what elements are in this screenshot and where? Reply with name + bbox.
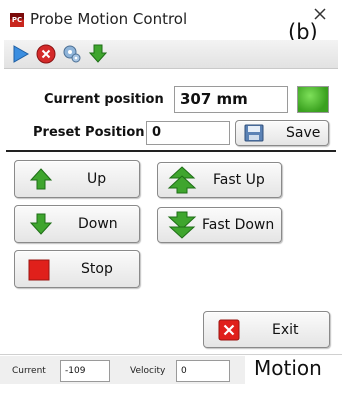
- save-icon: [244, 124, 264, 142]
- settings-icon[interactable]: [60, 42, 84, 66]
- stop-circle-icon[interactable]: [34, 42, 58, 66]
- current-position-label: Current position: [44, 92, 164, 107]
- save-button-label: Save: [286, 125, 321, 141]
- arrow-up-icon: [29, 168, 53, 190]
- exit-icon: [218, 319, 240, 341]
- preset-position-label: Preset Position: [33, 125, 145, 140]
- window-title: Probe Motion Control: [30, 10, 188, 28]
- up-button[interactable]: Up: [14, 160, 140, 198]
- status-indicator: [297, 86, 329, 113]
- current-status-label: Current: [12, 366, 46, 376]
- double-arrow-down-icon: [167, 211, 197, 239]
- velocity-field: 0: [176, 360, 230, 382]
- preset-position-input[interactable]: 0: [146, 121, 230, 145]
- fast-up-button[interactable]: Fast Up: [157, 162, 282, 198]
- double-arrow-up-icon: [167, 166, 197, 194]
- stop-square-icon: [28, 259, 50, 281]
- play-icon[interactable]: [8, 42, 32, 66]
- app-icon: PC: [10, 13, 24, 27]
- down-button-label: Down: [78, 216, 118, 232]
- separator-line: [0, 354, 342, 355]
- down-button[interactable]: Down: [14, 205, 140, 243]
- up-button-label: Up: [87, 171, 107, 187]
- toolbar: [4, 40, 338, 69]
- fast-down-button[interactable]: Fast Down: [157, 207, 282, 243]
- motion-caption: Motion: [254, 356, 322, 380]
- download-arrow-icon[interactable]: [86, 42, 110, 66]
- exit-button[interactable]: Exit: [203, 311, 330, 348]
- fast-up-button-label: Fast Up: [213, 172, 265, 188]
- current-status-field: -109: [60, 360, 110, 382]
- velocity-label: Velocity: [130, 366, 166, 376]
- current-position-field: 307 mm: [174, 86, 288, 113]
- stop-button[interactable]: Stop: [14, 250, 140, 288]
- stop-button-label: Stop: [81, 261, 113, 277]
- arrow-down-icon: [29, 213, 53, 235]
- close-icon[interactable]: [312, 6, 328, 22]
- divider: [6, 150, 336, 152]
- exit-button-label: Exit: [272, 322, 299, 338]
- save-button[interactable]: Save: [235, 120, 329, 146]
- fast-down-button-label: Fast Down: [202, 217, 275, 233]
